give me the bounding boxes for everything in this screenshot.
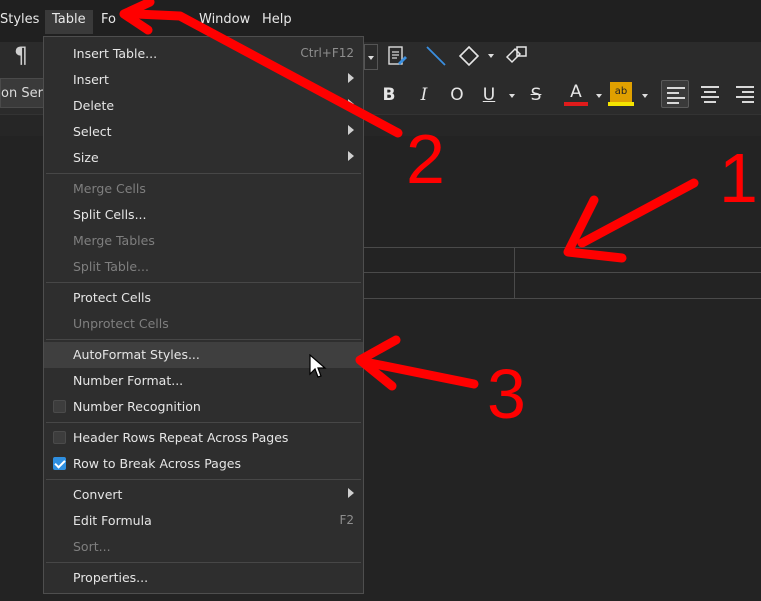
highlight-bar: [608, 102, 634, 106]
menu-item-row-to-break[interactable]: Row to Break Across Pages: [44, 451, 363, 477]
menu-item-unprotect-cells: Unprotect Cells: [44, 311, 363, 337]
submenu-arrow-icon: [348, 488, 354, 498]
annotation-number-2: 2: [406, 120, 445, 198]
menu-item-label: Split Cells...: [73, 207, 147, 222]
bold-button[interactable]: B: [380, 85, 398, 105]
menu-item-label: Properties...: [73, 570, 149, 585]
table-border: [364, 298, 761, 299]
menu-item-label: Insert: [73, 72, 109, 87]
annotation-number-1: 1: [719, 139, 758, 217]
basic-shapes-icon[interactable]: [457, 45, 481, 67]
menu-item-label: Size: [73, 150, 99, 165]
annotation-number-3: 3: [487, 355, 526, 433]
menu-item-label: Row to Break Across Pages: [73, 456, 241, 471]
menu-table[interactable]: Table: [45, 10, 93, 34]
outline-button[interactable]: O: [447, 85, 467, 105]
font-color-dropdown[interactable]: [596, 94, 602, 98]
strikethrough-button[interactable]: S: [526, 85, 546, 105]
draw-function-icon[interactable]: [503, 43, 529, 67]
menu-item-delete[interactable]: Delete: [44, 93, 363, 119]
submenu-arrow-icon: [348, 151, 354, 161]
menu-item-label: Header Rows Repeat Across Pages: [73, 430, 289, 445]
basic-shapes-dropdown[interactable]: [488, 54, 494, 58]
table-column-border: [514, 247, 515, 299]
menu-separator: [46, 422, 361, 423]
menu-item-size[interactable]: Size: [44, 145, 363, 171]
checkbox-checked[interactable]: [53, 457, 66, 470]
highlight-dropdown[interactable]: [642, 94, 648, 98]
menu-separator: [46, 479, 361, 480]
menu-item-label: Protect Cells: [73, 290, 152, 305]
submenu-arrow-icon: [348, 73, 354, 83]
insert-field-icon[interactable]: [386, 45, 408, 67]
font-color-button[interactable]: A: [566, 82, 586, 102]
menu-separator: [46, 339, 361, 340]
menu-item-label: Sort...: [73, 539, 111, 554]
menu-item-merge-cells: Merge Cells: [44, 176, 363, 202]
menu-item-label: Number Format...: [73, 373, 184, 388]
italic-button[interactable]: I: [415, 85, 433, 105]
menu-item-label: AutoFormat Styles...: [73, 347, 200, 362]
menu-item-number-recognition[interactable]: Number Recognition: [44, 394, 363, 420]
submenu-arrow-icon: [348, 125, 354, 135]
menu-item-insert[interactable]: Insert: [44, 67, 363, 93]
menu-item-split-cells[interactable]: Split Cells...: [44, 202, 363, 228]
menu-help[interactable]: Help: [262, 12, 292, 27]
font-color-bar: [564, 102, 588, 106]
align-right-button[interactable]: [731, 80, 759, 108]
table-border: [364, 247, 761, 248]
menu-item-header-rows-repeat[interactable]: Header Rows Repeat Across Pages: [44, 425, 363, 451]
menu-item-protect-cells[interactable]: Protect Cells: [44, 285, 363, 311]
menu-item-label: Unprotect Cells: [73, 316, 169, 331]
underline-button[interactable]: U: [480, 85, 498, 105]
menu-item-label: Delete: [73, 98, 115, 113]
menu-item-label: Number Recognition: [73, 399, 201, 414]
menu-item-label: Convert: [73, 487, 123, 502]
menu-separator: [46, 173, 361, 174]
menu-separator: [46, 562, 361, 563]
menu-item-convert[interactable]: Convert: [44, 482, 363, 508]
shortcut-label: Ctrl+F12: [300, 46, 354, 60]
formatting-marks-button[interactable]: ¶: [14, 44, 28, 69]
align-left-button[interactable]: [661, 80, 689, 108]
checkbox-unchecked[interactable]: [53, 431, 66, 444]
menu-format[interactable]: Fo: [101, 12, 116, 27]
menu-item-label: Split Table...: [73, 259, 149, 274]
menu-item-merge-tables: Merge Tables: [44, 228, 363, 254]
menu-item-label: Merge Tables: [73, 233, 155, 248]
toolbar-dropdown-arrow[interactable]: [364, 44, 378, 70]
menu-item-sort: Sort...: [44, 534, 363, 560]
underline-dropdown[interactable]: [509, 94, 515, 98]
checkbox-unchecked[interactable]: [53, 400, 66, 413]
menu-item-edit-formula[interactable]: Edit Formula F2: [44, 508, 363, 534]
menu-item-properties[interactable]: Properties...: [44, 565, 363, 591]
menu-separator: [46, 282, 361, 283]
menu-item-insert-table[interactable]: Insert Table... Ctrl+F12: [44, 41, 363, 67]
shortcut-label: F2: [339, 513, 354, 527]
menu-item-label: Insert Table...: [73, 46, 158, 61]
menu-item-split-table: Split Table...: [44, 254, 363, 280]
menu-item-label: Select: [73, 124, 112, 139]
mouse-pointer-icon: [309, 354, 327, 378]
submenu-arrow-icon: [348, 99, 354, 109]
font-name-box[interactable]: on Serif: [0, 78, 51, 108]
menu-item-select[interactable]: Select: [44, 119, 363, 145]
table-border: [364, 272, 761, 273]
align-center-button[interactable]: [697, 80, 725, 108]
insert-line-icon[interactable]: [424, 44, 448, 68]
menu-item-label: Merge Cells: [73, 181, 146, 196]
highlight-button[interactable]: ab: [610, 82, 632, 102]
menu-window[interactable]: Window: [199, 12, 250, 27]
menu-item-label: Edit Formula: [73, 513, 152, 528]
menu-styles[interactable]: Styles: [0, 12, 39, 27]
table-menu: Insert Table... Ctrl+F12 Insert Delete S…: [43, 36, 364, 594]
